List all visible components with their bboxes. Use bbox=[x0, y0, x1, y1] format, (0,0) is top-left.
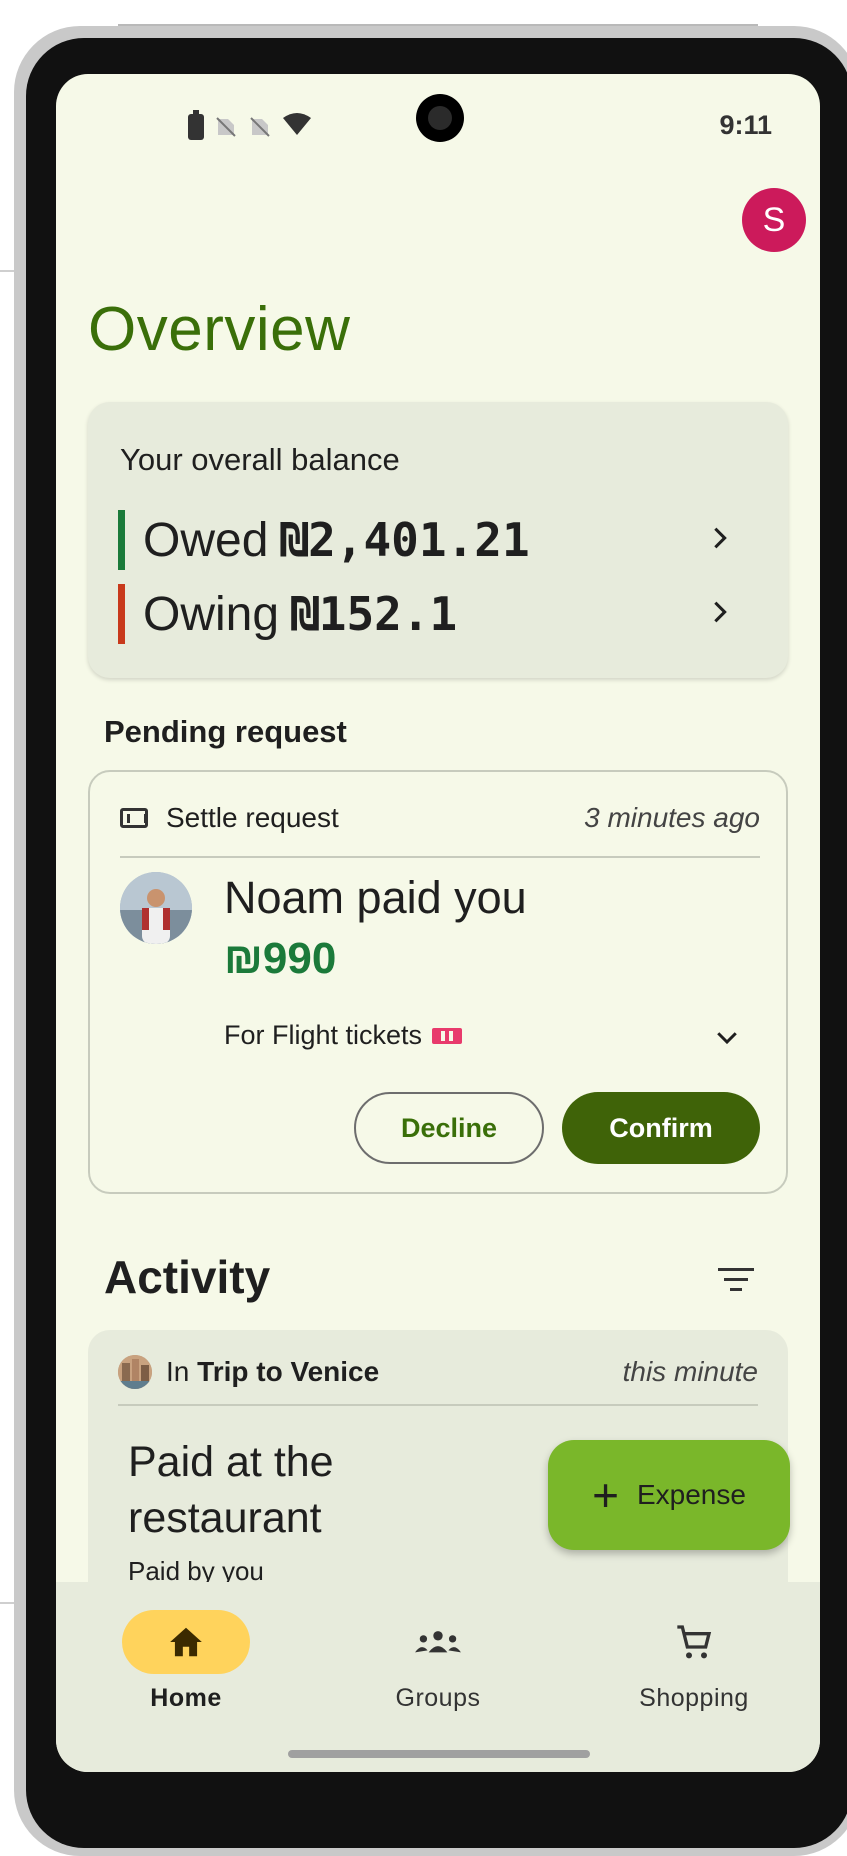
page-title: Overview bbox=[88, 295, 351, 364]
nav-label-home: Home bbox=[150, 1684, 222, 1712]
nav-icon-container bbox=[374, 1610, 502, 1674]
user-photo bbox=[120, 872, 192, 944]
profile-avatar[interactable]: S bbox=[742, 188, 806, 252]
activity-time: this minute bbox=[622, 1356, 758, 1387]
cart-icon bbox=[677, 1625, 712, 1659]
activity-group: In Trip to Venice bbox=[166, 1356, 379, 1388]
phone-screen: 9:11 S Overview Your overall balance Owe… bbox=[56, 74, 820, 1772]
owing-indicator bbox=[118, 584, 125, 644]
status-icons bbox=[188, 109, 312, 141]
battery-icon bbox=[188, 109, 204, 140]
status-bar: 9:11 bbox=[56, 74, 820, 174]
filter-icon[interactable] bbox=[716, 1264, 756, 1296]
owing-row[interactable]: Owing ₪152.1 bbox=[118, 584, 758, 644]
nav-item-home[interactable]: Home bbox=[76, 1610, 296, 1730]
activity-header: In Trip to Venice this minute bbox=[118, 1352, 758, 1392]
pending-section-title: Pending request bbox=[104, 714, 347, 749]
status-time: 9:11 bbox=[719, 110, 772, 140]
balance-label: Your overall balance bbox=[120, 442, 400, 477]
no-signal-icon bbox=[248, 115, 272, 139]
request-for-text: For Flight tickets bbox=[224, 1020, 423, 1050]
divider bbox=[118, 1404, 758, 1406]
request-header: Settle request 3 minutes ago bbox=[120, 798, 760, 838]
balance-card: Your overall balance Owed ₪2,401.21 Owin… bbox=[88, 402, 788, 678]
activity-section-title: Activity bbox=[104, 1251, 271, 1303]
confirm-button[interactable]: Confirm bbox=[562, 1092, 760, 1164]
nav-icon-container bbox=[630, 1610, 758, 1674]
decline-button[interactable]: Decline bbox=[354, 1092, 544, 1164]
home-icon bbox=[170, 1627, 202, 1657]
pending-request-card: Settle request 3 minutes ago Noam paid y… bbox=[88, 770, 788, 1194]
owed-row[interactable]: Owed ₪2,401.21 bbox=[118, 510, 758, 570]
groups-icon bbox=[415, 1631, 461, 1653]
front-camera bbox=[416, 94, 464, 142]
ticket-icon bbox=[432, 1027, 463, 1044]
chevron-right-icon bbox=[714, 527, 727, 549]
gesture-home-bar[interactable] bbox=[288, 1750, 590, 1758]
owed-amount: ₪2,401.21 bbox=[280, 513, 530, 567]
chevron-right-icon bbox=[714, 601, 727, 623]
activity-title: Paid at the restaurant bbox=[128, 1438, 334, 1542]
payments-icon bbox=[120, 808, 148, 828]
owing-amount: ₪152.1 bbox=[291, 587, 458, 641]
nav-label-groups: Groups bbox=[395, 1684, 481, 1712]
chevron-down-icon[interactable] bbox=[712, 1022, 742, 1052]
request-amount: ₪990 bbox=[224, 934, 337, 983]
owing-label: Owing bbox=[143, 587, 280, 641]
nav-item-shopping[interactable]: Shopping bbox=[584, 1610, 804, 1730]
in-prefix: In bbox=[166, 1356, 190, 1387]
group-thumbnail bbox=[118, 1355, 152, 1389]
request-title: Noam paid you bbox=[224, 872, 527, 923]
add-expense-fab[interactable]: + Expense bbox=[548, 1440, 790, 1550]
plus-icon: + bbox=[592, 1469, 619, 1521]
wifi-icon bbox=[282, 112, 312, 141]
divider bbox=[120, 856, 760, 858]
request-description: For Flight tickets bbox=[224, 1020, 463, 1051]
group-name: Trip to Venice bbox=[197, 1356, 380, 1387]
owed-label: Owed bbox=[143, 513, 269, 567]
no-signal-icon bbox=[214, 115, 238, 139]
nav-label-shopping: Shopping bbox=[639, 1684, 749, 1712]
bottom-navigation: Home Groups Shopping bbox=[56, 1582, 820, 1772]
request-type: Settle request bbox=[166, 802, 339, 833]
background-edge bbox=[0, 0, 14, 1812]
nav-item-groups[interactable]: Groups bbox=[328, 1610, 548, 1730]
request-time: 3 minutes ago bbox=[584, 802, 760, 833]
owed-indicator bbox=[118, 510, 125, 570]
fab-label: Expense bbox=[636, 1479, 746, 1510]
nav-active-indicator bbox=[122, 1610, 250, 1674]
